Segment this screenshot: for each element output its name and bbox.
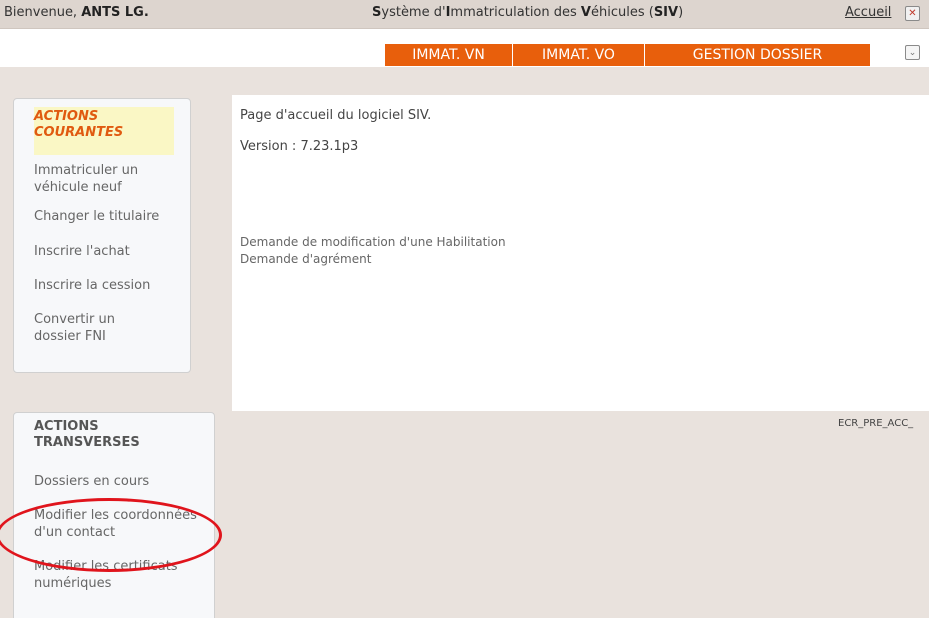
user-name: ANTS LG. bbox=[81, 5, 149, 20]
menu-item-label: Changer le titulaire bbox=[34, 209, 160, 224]
menu-item-label: véhicule neuf bbox=[34, 180, 122, 195]
version-text: Version : 7.23.1p3 bbox=[240, 139, 359, 154]
menu-item-label: dossier FNI bbox=[34, 329, 106, 344]
tab-immat-vo[interactable]: IMMAT. VO bbox=[513, 44, 645, 66]
title-part: mmatriculation des bbox=[450, 5, 581, 20]
welcome-prefix: Bienvenue, bbox=[4, 5, 82, 20]
menu-item-register-new-vehicle[interactable]: Immatriculer un véhicule neuf bbox=[34, 162, 138, 196]
screen-code: ECR_PRE_ACC_ bbox=[838, 418, 914, 429]
welcome-message: Bienvenue, ANTS LG. bbox=[4, 5, 149, 20]
title-part: SIV bbox=[653, 5, 679, 20]
home-link[interactable]: Accueil bbox=[845, 5, 891, 20]
menu-item-label: Dossiers en cours bbox=[34, 474, 150, 489]
tab-bar: IMMAT. VN IMMAT. VO GESTION DOSSIER ⌄ bbox=[0, 29, 929, 67]
transverse-actions-title-line1: ACTIONS bbox=[34, 419, 99, 434]
app-title: Système d'Immatriculation des Véhicules … bbox=[372, 5, 683, 20]
top-bar: Bienvenue, ANTS LG. Système d'Immatricul… bbox=[0, 0, 929, 29]
menu-item-files-in-progress[interactable]: Dossiers en cours bbox=[34, 473, 149, 490]
tab-immat-vn[interactable]: IMMAT. VN bbox=[385, 44, 513, 66]
title-part: S bbox=[372, 5, 382, 20]
current-actions-title-line1: ACTIONS bbox=[34, 109, 99, 124]
title-part: éhicules ( bbox=[590, 5, 654, 20]
main-tabs: IMMAT. VN IMMAT. VO GESTION DOSSIER bbox=[385, 44, 870, 66]
menu-item-label: Convertir un bbox=[34, 312, 115, 327]
menu-item-register-transfer[interactable]: Inscrire la cession bbox=[34, 277, 150, 294]
habilitation-change-link[interactable]: Demande de modification d'une Habilitati… bbox=[240, 235, 506, 249]
current-actions-title: ACTIONS COURANTES bbox=[34, 107, 174, 155]
title-part: ) bbox=[678, 5, 684, 20]
menu-item-label: Inscrire la cession bbox=[34, 278, 151, 293]
current-actions-panel: ACTIONS COURANTES Immatriculer un véhicu… bbox=[13, 98, 191, 373]
close-icon[interactable]: ✕ bbox=[905, 6, 920, 21]
annotation-ellipse bbox=[0, 498, 222, 572]
title-part: V bbox=[580, 5, 591, 20]
menu-item-register-purchase[interactable]: Inscrire l'achat bbox=[34, 243, 130, 260]
approval-request-link[interactable]: Demande d'agrément bbox=[240, 252, 371, 266]
menu-item-convert-fni[interactable]: Convertir un dossier FNI bbox=[34, 311, 115, 345]
tab-gestion-dossier[interactable]: GESTION DOSSIER bbox=[645, 44, 870, 66]
welcome-text: Page d'accueil du logiciel SIV. bbox=[240, 108, 432, 123]
menu-item-label: Inscrire l'achat bbox=[34, 244, 130, 259]
menu-item-change-holder[interactable]: Changer le titulaire bbox=[34, 208, 159, 225]
title-part: ystème d' bbox=[381, 5, 446, 20]
transverse-actions-title-line2: TRANSVERSES bbox=[34, 435, 140, 450]
transverse-actions-title: ACTIONS TRANSVERSES bbox=[34, 419, 140, 451]
menu-item-label: Immatriculer un bbox=[34, 163, 139, 178]
current-actions-title-line2: COURANTES bbox=[34, 125, 124, 140]
menu-item-label: numériques bbox=[34, 576, 112, 591]
chevron-down-icon[interactable]: ⌄ bbox=[905, 45, 920, 60]
main-content: Page d'accueil du logiciel SIV. Version … bbox=[232, 95, 929, 411]
